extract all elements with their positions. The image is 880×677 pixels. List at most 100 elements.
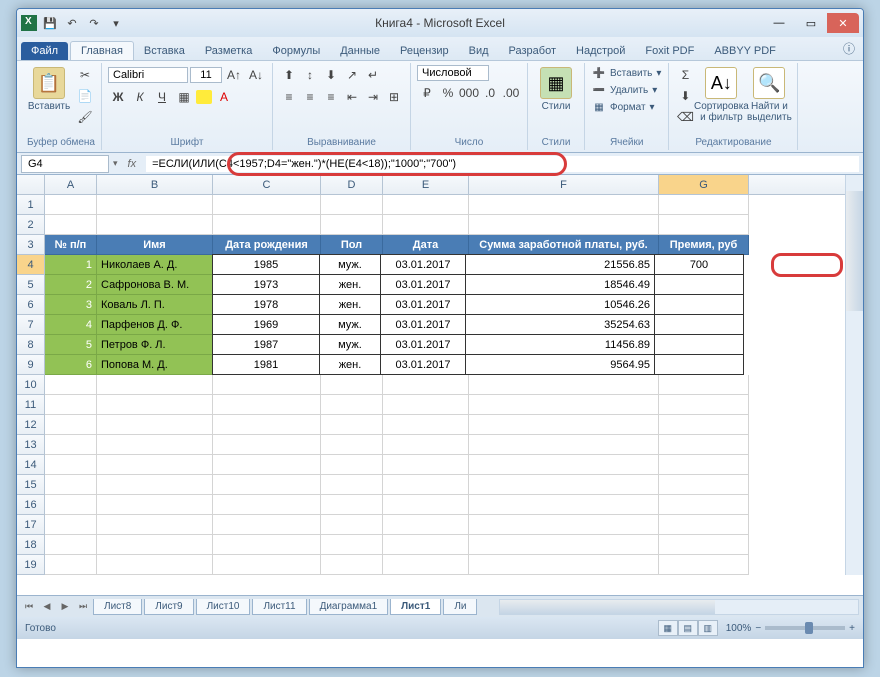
table-header[interactable]: Дата: [383, 235, 469, 255]
cell[interactable]: [654, 294, 744, 315]
row-header[interactable]: 19: [17, 555, 45, 575]
cell[interactable]: [97, 555, 213, 575]
cell[interactable]: 5: [45, 335, 97, 355]
number-format-select[interactable]: [417, 65, 489, 81]
fill-color-icon[interactable]: [196, 90, 212, 104]
cell[interactable]: [213, 415, 321, 435]
cell[interactable]: [45, 475, 97, 495]
cell[interactable]: [321, 415, 383, 435]
sheet-tab[interactable]: Лист9: [144, 599, 193, 615]
cell[interactable]: [45, 535, 97, 555]
align-top-icon[interactable]: ⬆: [279, 65, 299, 85]
view-normal-icon[interactable]: ▦: [658, 620, 678, 636]
sort-filter-button[interactable]: A↓ Сортировка и фильтр: [699, 65, 743, 125]
cell[interactable]: [659, 375, 749, 395]
cell[interactable]: 1: [45, 255, 97, 275]
row-header[interactable]: 7: [17, 315, 45, 335]
cell[interactable]: [321, 495, 383, 515]
scroll-thumb[interactable]: [500, 600, 715, 614]
cell[interactable]: [659, 495, 749, 515]
cell[interactable]: 21556.85: [465, 254, 655, 275]
cell[interactable]: [469, 195, 659, 215]
cell[interactable]: [321, 435, 383, 455]
cell[interactable]: [213, 375, 321, 395]
cell[interactable]: 1985: [212, 254, 320, 275]
underline-button[interactable]: Ч: [152, 87, 172, 107]
tab-file[interactable]: Файл: [21, 42, 68, 60]
tab-view[interactable]: Вид: [459, 42, 499, 60]
sheet-tab[interactable]: Лист8: [93, 599, 142, 615]
cell[interactable]: 11456.89: [465, 334, 655, 355]
cell[interactable]: [654, 334, 744, 355]
wrap-text-icon[interactable]: ↵: [363, 65, 383, 85]
cell[interactable]: [659, 535, 749, 555]
cell[interactable]: [659, 195, 749, 215]
table-header[interactable]: Имя: [97, 235, 213, 255]
cell[interactable]: 18546.49: [465, 274, 655, 295]
cell[interactable]: [97, 375, 213, 395]
close-button[interactable]: ✕: [827, 13, 859, 33]
tab-data[interactable]: Данные: [330, 42, 390, 60]
row-header[interactable]: 3: [17, 235, 45, 255]
cell[interactable]: [469, 395, 659, 415]
tab-formulas[interactable]: Формулы: [262, 42, 330, 60]
clear-icon[interactable]: ⌫: [675, 107, 695, 127]
fill-icon[interactable]: ⬇: [675, 86, 695, 106]
row-header[interactable]: 1: [17, 195, 45, 215]
zoom-slider[interactable]: [765, 626, 845, 630]
cell[interactable]: 03.01.2017: [380, 334, 466, 355]
zoom-out-button[interactable]: −: [755, 623, 761, 634]
align-center-icon[interactable]: ≡: [300, 87, 320, 107]
cell[interactable]: Попова М. Д.: [97, 355, 213, 375]
formula-input[interactable]: [146, 156, 859, 172]
cell[interactable]: Николаев А. Д.: [97, 255, 213, 275]
minimize-button[interactable]: —: [763, 13, 795, 33]
cell[interactable]: 03.01.2017: [380, 354, 466, 375]
cell[interactable]: [383, 555, 469, 575]
row-header[interactable]: 9: [17, 355, 45, 375]
cell[interactable]: [45, 375, 97, 395]
cell[interactable]: [213, 495, 321, 515]
cell[interactable]: [383, 515, 469, 535]
cell[interactable]: [213, 515, 321, 535]
row-header[interactable]: 15: [17, 475, 45, 495]
name-box[interactable]: [21, 155, 109, 173]
tab-insert[interactable]: Вставка: [134, 42, 195, 60]
col-header-g[interactable]: G: [659, 175, 749, 194]
align-middle-icon[interactable]: ↕: [300, 65, 320, 85]
row-header[interactable]: 11: [17, 395, 45, 415]
cell[interactable]: [45, 215, 97, 235]
cell[interactable]: [659, 475, 749, 495]
cell[interactable]: [469, 495, 659, 515]
bold-button[interactable]: Ж: [108, 87, 128, 107]
active-cell[interactable]: 700: [654, 254, 744, 275]
tab-developer[interactable]: Разработ: [499, 42, 566, 60]
shrink-font-icon[interactable]: A↓: [246, 65, 266, 85]
cell[interactable]: [213, 555, 321, 575]
cell[interactable]: [213, 395, 321, 415]
cell[interactable]: [469, 415, 659, 435]
cell[interactable]: [659, 215, 749, 235]
col-header-b[interactable]: B: [97, 175, 213, 194]
cell[interactable]: [213, 215, 321, 235]
row-header[interactable]: 6: [17, 295, 45, 315]
cell[interactable]: жен.: [319, 354, 381, 375]
cell[interactable]: [321, 555, 383, 575]
row-header[interactable]: 12: [17, 415, 45, 435]
col-header-c[interactable]: C: [213, 175, 321, 194]
table-header[interactable]: Пол: [321, 235, 383, 255]
cell[interactable]: [321, 535, 383, 555]
zoom-in-button[interactable]: +: [849, 623, 855, 634]
format-painter-icon[interactable]: 🖌: [75, 107, 95, 127]
cell[interactable]: 10546.26: [465, 294, 655, 315]
align-bottom-icon[interactable]: ⬇: [321, 65, 341, 85]
align-left-icon[interactable]: ≡: [279, 87, 299, 107]
cell[interactable]: [469, 215, 659, 235]
table-header[interactable]: № п/п: [45, 235, 97, 255]
cell[interactable]: Сафронова В. М.: [97, 275, 213, 295]
cell[interactable]: [97, 395, 213, 415]
cell[interactable]: [383, 195, 469, 215]
save-icon[interactable]: 💾: [41, 14, 59, 32]
cell[interactable]: [469, 515, 659, 535]
cell[interactable]: [383, 215, 469, 235]
